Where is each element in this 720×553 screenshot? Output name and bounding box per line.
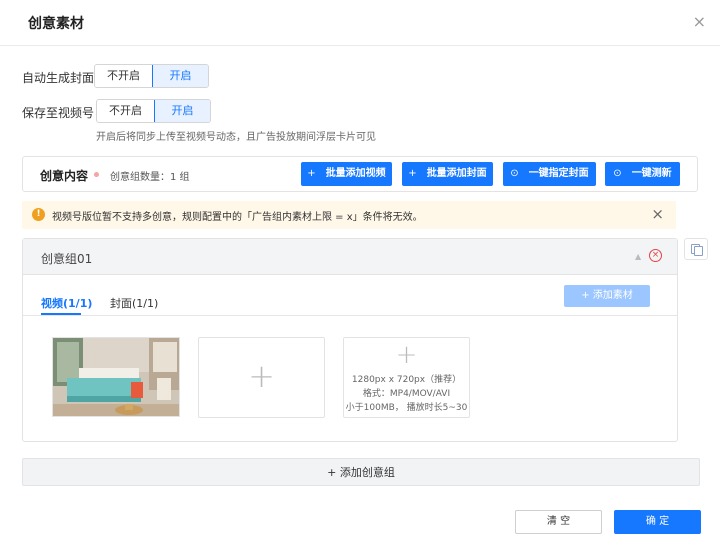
plus-icon: + [307,168,316,179]
add-creative-group-button[interactable]: + 添加创意组 [22,458,700,486]
batch-add-cover-label: 批量添加封面 [426,168,487,179]
auto-cover-off[interactable]: 不开启 [95,65,152,87]
cover-upload-slot[interactable]: + [198,337,325,418]
creative-group-name: 创意组01 [41,252,93,266]
tab-video[interactable]: 视频(1/1) [41,295,92,311]
save-channels-off[interactable]: 不开启 [97,100,154,122]
warning-banner: ! 视频号版位暂不支持多创意，规则配置中的「广告组内素材上限 = x」条件将无效… [22,201,676,229]
delete-circle-icon[interactable]: × [649,249,662,262]
creative-content-title: 创意内容 • [40,167,101,184]
quick-test-label: 一键测新 [631,168,672,179]
creative-group: 创意组01 ▲ × 视频(1/1) 封面(1/1) + 添加素材 + + 128… [22,238,678,442]
warning-text: 视频号版位暂不支持多创意，规则配置中的「广告组内素材上限 = x」条件将无效。 [52,212,423,223]
close-icon[interactable]: × [693,12,706,31]
confirm-button[interactable]: 确 定 [614,510,701,534]
plus-icon: + [395,340,418,370]
batch-add-video-label: 批量添加视频 [325,168,386,179]
clear-button[interactable]: 清 空 [515,510,602,534]
auto-cover-on[interactable]: 开启 [152,65,208,87]
save-channels-hint: 开启后将同步上传至视频号动态，且广告投放期间浮层卡片可见 [96,132,376,143]
video-upload-slot[interactable]: + 1280px x 720px（推荐） 格式：MP4/MOV/AVI 小于10… [343,337,470,418]
save-channels-on[interactable]: 开启 [154,100,210,122]
dialog-header: 创意素材 × [0,0,720,46]
save-channels-toggle: 不开启 开启 [96,99,211,123]
plus-icon: + [408,168,417,179]
upload-spec-format: 格式：MP4/MOV/AVI [362,389,451,399]
dialog-title: 创意素材 [28,16,84,32]
magic-icon: ⊙ [613,168,622,179]
upload-spec-limit: 小于100MB， 播放时长5~30 [345,403,468,413]
close-icon[interactable]: × [651,205,664,223]
auto-cover-label: 自动生成封面 [22,71,95,85]
creative-group-header: 创意组01 ▲ × [23,239,677,275]
plus-icon: + [248,357,275,395]
required-mark: • [92,168,101,184]
quick-test-button[interactable]: ⊙ 一键测新 [605,162,680,186]
assign-cover-button[interactable]: ⊙ 一键指定封面 [503,162,596,186]
collapse-caret-icon[interactable]: ▲ [635,252,641,261]
creative-content-title-text: 创意内容 [40,169,89,183]
upload-spec-size: 1280px x 720px（推荐） [351,375,462,385]
group-count: 创意组数量：1 组 [110,172,190,183]
batch-add-video-button[interactable]: + 批量添加视频 [301,162,392,186]
tabs-divider [23,315,677,316]
assign-cover-label: 一键指定封面 [528,168,589,179]
save-channels-label: 保存至视频号 [22,106,95,120]
warning-icon: ! [32,208,45,221]
tab-cover[interactable]: 封面(1/1) [110,295,158,311]
video-thumbnail[interactable] [52,337,180,417]
copy-icon-front [694,246,703,256]
batch-add-cover-button[interactable]: + 批量添加封面 [402,162,493,186]
auto-cover-toggle: 不开启 开启 [94,64,209,88]
add-material-button[interactable]: + 添加素材 [564,285,650,307]
copy-group-icon[interactable] [684,238,708,260]
creative-content-bar: 创意内容 • 创意组数量：1 组 + 批量添加视频 + 批量添加封面 ⊙ 一键指定封面 … [22,156,698,192]
magic-icon: ⊙ [510,168,519,179]
bedroom-image [53,338,179,416]
